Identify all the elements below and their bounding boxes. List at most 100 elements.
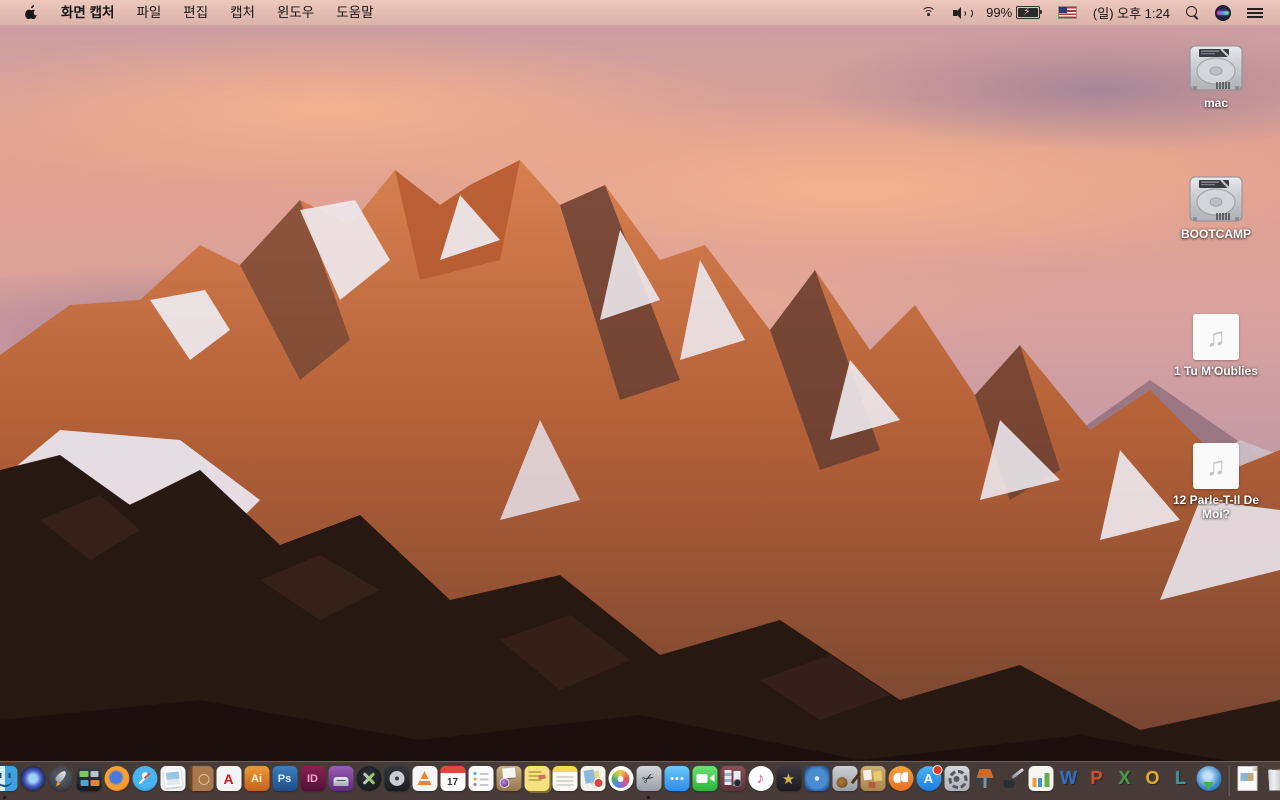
- acrobat-glyph: A: [223, 770, 234, 787]
- dock-item-autoupdate[interactable]: [1196, 762, 1222, 800]
- menu-edit[interactable]: 편집: [172, 0, 219, 25]
- ms-excel-icon: X: [1112, 766, 1137, 791]
- drive-bootcamp[interactable]: BOOTCAMP: [1156, 175, 1276, 241]
- dock-item-photos[interactable]: [608, 762, 634, 800]
- dock-item-corkboard[interactable]: [860, 762, 886, 800]
- dock-item-garageband[interactable]: [832, 762, 858, 800]
- siri-icon: [1215, 4, 1231, 21]
- dock-item-facetime[interactable]: [692, 762, 718, 800]
- apple-menu[interactable]: [14, 4, 50, 21]
- clock-text: (일) 오후 1:24: [1092, 6, 1170, 21]
- audio-file-icon: ♫: [1193, 443, 1239, 489]
- documents-seal-icon: [580, 766, 605, 791]
- notification-center-menu[interactable]: [1242, 0, 1268, 25]
- dock-item-outlook[interactable]: O: [1140, 762, 1166, 800]
- firefox-icon: [104, 766, 129, 791]
- dock-item-preview[interactable]: [160, 762, 186, 800]
- dock-item-ibooks[interactable]: [888, 762, 914, 800]
- dock-item-launchpad[interactable]: [48, 762, 74, 800]
- audio-file-1[interactable]: ♫ 1 Tu M'Oublies: [1156, 306, 1276, 378]
- dock-item-illustrator[interactable]: Ai: [244, 762, 270, 800]
- contacts-icon: [188, 766, 213, 791]
- indesign-glyph: ID: [307, 772, 318, 785]
- running-indicator: [647, 796, 650, 799]
- audio-file-icon: ♫: [1193, 314, 1239, 360]
- dock-item-x-utility[interactable]: [356, 762, 382, 800]
- numbers-icon: [1028, 766, 1053, 791]
- pages-icon: [1000, 766, 1025, 791]
- dock-item-calendar[interactable]: 17: [440, 762, 466, 800]
- calendar-icon: 17: [440, 766, 465, 791]
- dock-item-firefox[interactable]: [104, 762, 130, 800]
- calendar-date: 17: [446, 776, 459, 788]
- dock-item-photoshop[interactable]: Ps: [272, 762, 298, 800]
- battery-percent: 99%: [986, 5, 1013, 20]
- dock-item-idvd[interactable]: [804, 762, 830, 800]
- dock-item-notes[interactable]: [552, 762, 578, 800]
- dock-item-powerpoint[interactable]: P: [1084, 762, 1110, 800]
- dock-item-acrobat[interactable]: A: [216, 762, 242, 800]
- dock: A Ai Ps ID 17 ✂ ♪ ★ A W P X O L: [0, 761, 1280, 800]
- dock-item-lync[interactable]: L: [1168, 762, 1194, 800]
- notification-badge: [932, 765, 943, 775]
- illustrator-glyph: Ai: [251, 772, 262, 785]
- dock-item-excel[interactable]: X: [1112, 762, 1138, 800]
- itunes-icon: ♪: [748, 766, 773, 791]
- dock-item-app-store[interactable]: A: [916, 762, 943, 800]
- dock-item-keynote[interactable]: [972, 762, 998, 800]
- dock-item-mission-control[interactable]: [76, 762, 102, 800]
- dock-item-pages[interactable]: [1000, 762, 1026, 800]
- dock-item-stickies[interactable]: [524, 762, 550, 800]
- menu-help[interactable]: 도움말: [325, 0, 384, 25]
- dock-item-imovie[interactable]: ★: [776, 762, 802, 800]
- dock-item-disk-utility[interactable]: [384, 762, 410, 800]
- dock-item-numbers[interactable]: [1028, 762, 1054, 800]
- dock-item-image-document[interactable]: [1235, 762, 1261, 800]
- volume-menu[interactable]: [948, 0, 975, 25]
- dock-item-trash[interactable]: [1263, 762, 1280, 800]
- spotlight-menu[interactable]: [1181, 0, 1204, 25]
- launchpad-icon: [48, 766, 73, 791]
- siri-menu[interactable]: [1210, 0, 1236, 25]
- dock-item-toast[interactable]: [328, 762, 354, 800]
- menu-app-name[interactable]: 화면 캡처: [50, 0, 125, 25]
- dock-item-photo-booth[interactable]: [720, 762, 746, 800]
- menu-window[interactable]: 윈도우: [266, 0, 325, 25]
- dock-item-siri[interactable]: [20, 762, 46, 800]
- menu-capture[interactable]: 캡처: [219, 0, 266, 25]
- dock-item-safari[interactable]: [132, 762, 158, 800]
- dock-divider: [1227, 766, 1229, 796]
- dock-item-indesign[interactable]: ID: [300, 762, 326, 800]
- audio-file-2[interactable]: ♫ 12 Parle-T-Il De Moi?: [1156, 435, 1276, 521]
- dock-item-itunes[interactable]: ♪: [748, 762, 774, 800]
- itunes-note-glyph: ♪: [756, 770, 765, 787]
- menu-file[interactable]: 파일: [125, 0, 172, 25]
- battery-menu[interactable]: 99% ⚡: [981, 0, 1047, 25]
- green-x-utility-icon: [356, 766, 381, 791]
- dock-item-grab[interactable]: ✂: [636, 762, 662, 800]
- siri-icon: [20, 766, 45, 791]
- app-store-glyph: A: [923, 771, 934, 786]
- imovie-star-glyph: ★: [781, 770, 796, 788]
- dock-item-system-preferences[interactable]: [944, 762, 970, 800]
- toast-icon: [328, 766, 353, 791]
- wifi-menu[interactable]: [916, 0, 942, 25]
- dock-item-reminders[interactable]: [468, 762, 494, 800]
- input-source-menu[interactable]: [1053, 0, 1082, 25]
- dock-item-messages[interactable]: [664, 762, 690, 800]
- dock-item-vlc[interactable]: [412, 762, 438, 800]
- dock-item-finder[interactable]: [0, 762, 18, 800]
- dock-item-word[interactable]: W: [1056, 762, 1082, 800]
- idvd-icon: [804, 766, 829, 791]
- clock-menu[interactable]: (일) 오후 1:24: [1088, 0, 1175, 25]
- hard-drive-icon: [1189, 45, 1243, 91]
- photos-icon: [608, 766, 633, 791]
- word-glyph: W: [1060, 768, 1077, 788]
- menu-bar-left: 화면 캡처 파일 편집 캡처 윈도우 도움말: [0, 0, 385, 25]
- dock-item-stuffit[interactable]: [496, 762, 522, 800]
- corkboard-app-icon: [860, 766, 885, 791]
- drive-mac[interactable]: mac: [1156, 44, 1276, 110]
- macos-desktop: 화면 캡처 파일 편집 캡처 윈도우 도움말 99% ⚡ (일) 오후 1:24: [0, 0, 1280, 800]
- dock-item-documents[interactable]: [580, 762, 606, 800]
- dock-item-contacts[interactable]: [188, 762, 214, 800]
